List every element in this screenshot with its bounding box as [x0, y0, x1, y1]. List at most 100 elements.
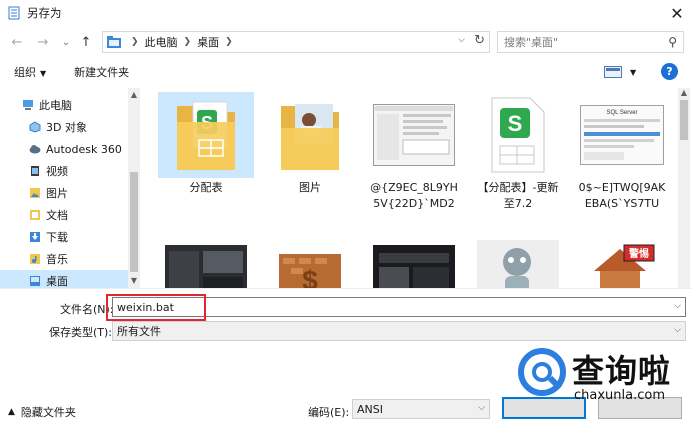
chevron-down-icon: ⌄ — [61, 36, 71, 48]
file-name: 【分配表】-更新 至7.2 — [477, 181, 559, 210]
sidebar-item-label: 桌面 — [46, 275, 68, 288]
file-list-scroll-thumb[interactable] — [680, 100, 688, 140]
sidebar-scrollbar[interactable]: ▲ ▼ — [128, 88, 140, 288]
file-item-image[interactable]: @{Z9EC_8L9YH 5V{22D}`MD2 — [366, 92, 462, 212]
3d-objects-icon — [29, 121, 41, 133]
notepad-icon — [8, 6, 20, 20]
close-button[interactable]: ✕ — [662, 0, 692, 26]
file-item-image[interactable] — [158, 228, 254, 288]
spreadsheet-file-icon: S — [491, 97, 545, 173]
breadcrumb-desktop[interactable]: 桌面 — [197, 34, 219, 50]
filename-input[interactable]: weixin.bat ⌵ — [112, 297, 686, 317]
desktop-folder-icon — [107, 36, 121, 48]
file-item-folder[interactable]: 图片 — [262, 92, 358, 196]
caret-down-icon: ▼ — [40, 69, 47, 78]
file-name: 0$~E]TWQ[9AK EBA(S`YS7TU — [578, 181, 666, 210]
new-folder-button[interactable]: 新建文件夹 — [74, 64, 129, 80]
screenshot-thumbnail — [373, 104, 455, 166]
sidebar-scroll-thumb[interactable] — [130, 172, 138, 272]
encoding-label: 编码(E): — [308, 406, 350, 419]
file-thumbnail: S — [470, 92, 566, 178]
watermark-logo: 查询啦 chaxunla.com — [512, 338, 692, 410]
scroll-up-icon[interactable]: ▲ — [678, 88, 690, 97]
recent-locations-button[interactable]: ⌄ — [57, 33, 75, 51]
sidebar-item-pictures[interactable]: 图片 — [0, 182, 128, 204]
organize-menu[interactable]: 组织 ▼ — [14, 64, 46, 80]
filename-label: 文件名(N): — [60, 303, 114, 316]
sidebar-item-label: 此电脑 — [39, 99, 72, 112]
filetype-label: 保存类型(T): — [49, 326, 113, 339]
up-button[interactable]: ↑ — [77, 33, 95, 51]
navigation-pane: 此电脑 3D 对象 Autodesk 360 视频 图片 文档 下载 音乐 桌面… — [0, 88, 140, 288]
file-thumbnail — [470, 228, 566, 288]
forward-button[interactable]: → — [34, 33, 52, 51]
address-bar[interactable]: ❯ 此电脑 ❯ 桌面 ❯ ⌵ ↻ — [102, 31, 490, 53]
hide-folders-label: 隐藏文件夹 — [20, 406, 76, 419]
sidebar-item-autodesk-360[interactable]: Autodesk 360 — [0, 138, 128, 160]
sidebar-item-label: Autodesk 360 — [46, 142, 122, 156]
navigation-bar: ← → ⌄ ↑ ❯ 此电脑 ❯ 桌面 ❯ ⌵ ↻ 搜索"桌面" ⚲ — [0, 28, 692, 56]
spreadsheet-folder-icon: S — [177, 101, 235, 170]
search-icon[interactable]: ⚲ — [668, 35, 677, 49]
file-thumbnail: $ — [262, 228, 358, 288]
watermark-brand: 查询啦 — [572, 352, 672, 390]
forward-arrow-icon: → — [37, 34, 49, 50]
address-dropdown-icon[interactable]: ⌵ — [458, 35, 465, 45]
filetype-value: 所有文件 — [117, 325, 161, 338]
sidebar-item-videos[interactable]: 视频 — [0, 160, 128, 182]
file-item-image[interactable] — [366, 228, 462, 288]
file-list-scrollbar[interactable]: ▲ — [678, 88, 690, 288]
search-input[interactable]: 搜索"桌面" ⚲ — [497, 31, 684, 53]
scroll-down-icon[interactable]: ▼ — [128, 276, 140, 285]
magnifier-logo-icon — [518, 348, 566, 396]
cloud-icon — [29, 145, 41, 154]
chevron-down-icon[interactable]: ⌵ — [674, 301, 681, 311]
sidebar-item-label: 音乐 — [46, 253, 68, 266]
computer-icon — [23, 100, 33, 110]
organize-label: 组织 — [14, 66, 36, 79]
help-button[interactable]: ? — [661, 63, 678, 80]
sidebar-item-desktop[interactable]: 桌面 — [0, 270, 128, 288]
sidebar-item-documents[interactable]: 文档 — [0, 204, 128, 226]
file-item-image[interactable] — [470, 228, 566, 288]
scroll-up-icon[interactable]: ▲ — [128, 90, 140, 99]
file-thumbnail: SQL Server — [574, 92, 670, 178]
sidebar-item-music[interactable]: 音乐 — [0, 248, 128, 270]
breadcrumb-separator-icon: ❯ — [183, 37, 192, 47]
chevron-up-icon: ▲ — [8, 407, 15, 417]
chevron-down-icon: ⌵ — [478, 403, 485, 413]
back-button[interactable]: ← — [8, 33, 26, 51]
file-item-image[interactable]: 警惕 — [574, 228, 670, 288]
dark-screenshot-thumbnail — [373, 245, 455, 288]
refresh-icon[interactable]: ↻ — [474, 33, 485, 48]
change-view-button[interactable]: ▼ — [604, 65, 638, 79]
file-item-image[interactable]: SQL Server 0$~E]TWQ[9AK EBA(S`YS7TU — [574, 92, 670, 212]
desktop-icon — [30, 276, 40, 286]
sidebar-item-3d-objects[interactable]: 3D 对象 — [0, 116, 128, 138]
sidebar-item-this-pc[interactable]: 此电脑 — [0, 94, 128, 116]
window-title: 另存为 — [27, 6, 62, 20]
warning-house-thumbnail: 警惕 — [584, 241, 660, 288]
breadcrumb-this-pc[interactable]: 此电脑 — [145, 34, 178, 50]
breadcrumb-separator-icon: ❯ — [225, 37, 233, 47]
help-icon: ? — [666, 65, 673, 78]
cartoon-thumbnail — [477, 240, 559, 288]
file-item-spreadsheet[interactable]: S 【分配表】-更新 至7.2 — [470, 92, 566, 212]
music-icon — [30, 254, 40, 264]
chevron-down-icon: ⌵ — [674, 325, 681, 335]
sidebar-item-downloads[interactable]: 下载 — [0, 226, 128, 248]
documents-icon — [30, 210, 40, 220]
encoding-select[interactable]: ANSI ⌵ — [352, 399, 490, 419]
file-thumbnail — [366, 228, 462, 288]
sidebar-item-label: 文档 — [46, 209, 68, 222]
encoding-value: ANSI — [357, 402, 383, 416]
photo-folder-icon — [281, 104, 339, 170]
hide-folders-toggle[interactable]: ▲ 隐藏文件夹 — [8, 404, 76, 420]
up-arrow-icon: ↑ — [80, 34, 92, 50]
download-icon — [30, 232, 40, 242]
close-icon: ✕ — [670, 3, 684, 23]
file-thumbnail — [366, 92, 462, 178]
file-item-image[interactable]: $ — [262, 228, 358, 288]
video-icon — [31, 166, 39, 176]
file-item-folder[interactable]: S 分配表 — [158, 92, 254, 196]
